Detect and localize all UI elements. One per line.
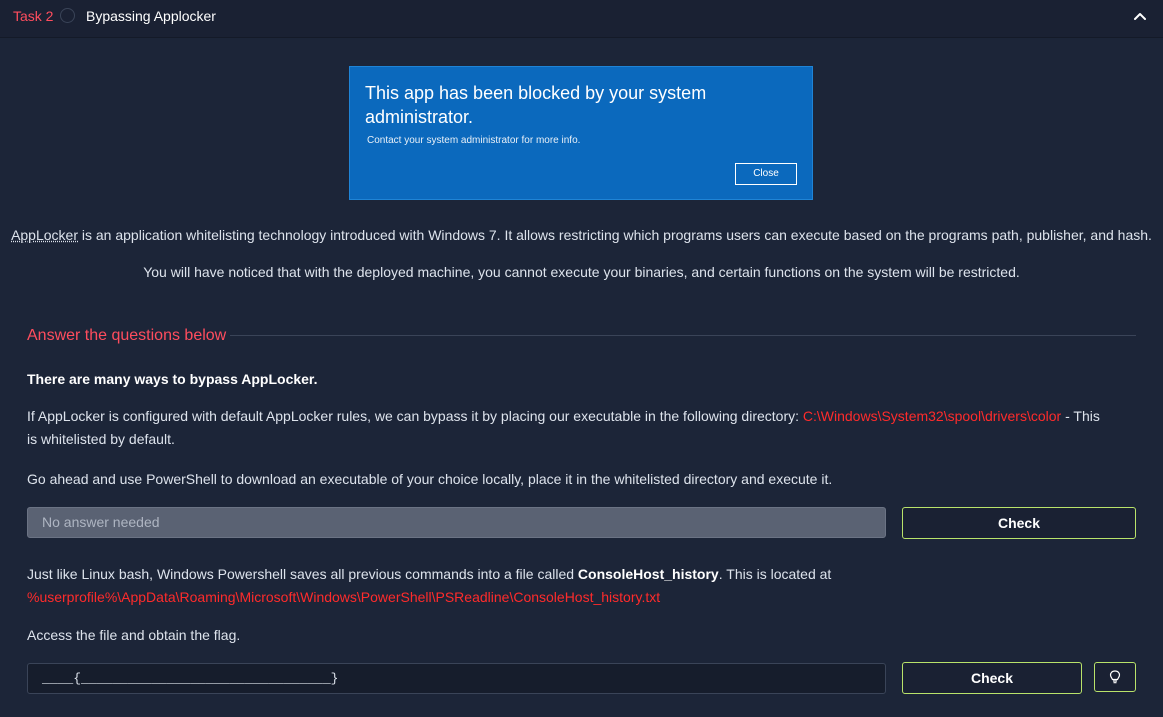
dialog-title: This app has been blocked by your system…: [365, 83, 707, 127]
answer-2-input[interactable]: ____{________________________________}: [27, 663, 886, 694]
question-1-text-a: If AppLocker is configured with default …: [27, 408, 803, 424]
whitelisted-path: C:\Windows\System32\spool\drivers\color: [802, 408, 1062, 424]
question-2-text-a: Just like Linux bash, Windows Powershell…: [27, 566, 578, 582]
heading-divider: [230, 335, 1136, 336]
intro-paragraph-2: You will have noticed that with the depl…: [143, 264, 1020, 280]
hint-button[interactable]: [1094, 662, 1136, 692]
lightbulb-icon: [1109, 670, 1121, 684]
task-status-circle-icon: [60, 8, 75, 23]
applocker-term: AppLocker: [11, 227, 78, 243]
question-1-text: If AppLocker is configured with default …: [27, 405, 1107, 451]
check-button-1[interactable]: Check: [902, 507, 1136, 539]
question-2-text-b: . This is located at: [718, 566, 832, 582]
answer-1-input: No answer needed: [27, 507, 886, 538]
task-header[interactable]: Task 2 Bypassing Applocker: [0, 0, 1163, 38]
chevron-up-icon[interactable]: [1132, 8, 1148, 24]
answer-questions-heading: Answer the questions below: [27, 327, 227, 344]
blocked-app-dialog-image: This app has been blocked by your system…: [349, 66, 813, 200]
question-1-heading: There are many ways to bypass AppLocker.: [27, 371, 318, 387]
history-filename: ConsoleHost_history: [577, 566, 719, 582]
check-button-2[interactable]: Check: [902, 662, 1082, 694]
task-number: Task 2: [13, 8, 54, 24]
question-2-text: Just like Linux bash, Windows Powershell…: [27, 563, 1107, 609]
question-2-instruction: Access the file and obtain the flag.: [27, 627, 241, 643]
task-content: This app has been blocked by your system…: [0, 38, 1163, 717]
dialog-subtitle: Contact your system administrator for mo…: [367, 135, 581, 146]
task-title: Bypassing Applocker: [86, 8, 216, 24]
question-1-instruction: Go ahead and use PowerShell to download …: [27, 471, 833, 487]
history-path: %userprofile%\AppData\Roaming\Microsoft\…: [27, 589, 661, 605]
intro-paragraph-1-text: is an application whitelisting technolog…: [78, 227, 1152, 243]
intro-paragraph-1: AppLocker is an application whitelisting…: [0, 227, 1163, 243]
dialog-close-button: Close: [735, 163, 797, 185]
